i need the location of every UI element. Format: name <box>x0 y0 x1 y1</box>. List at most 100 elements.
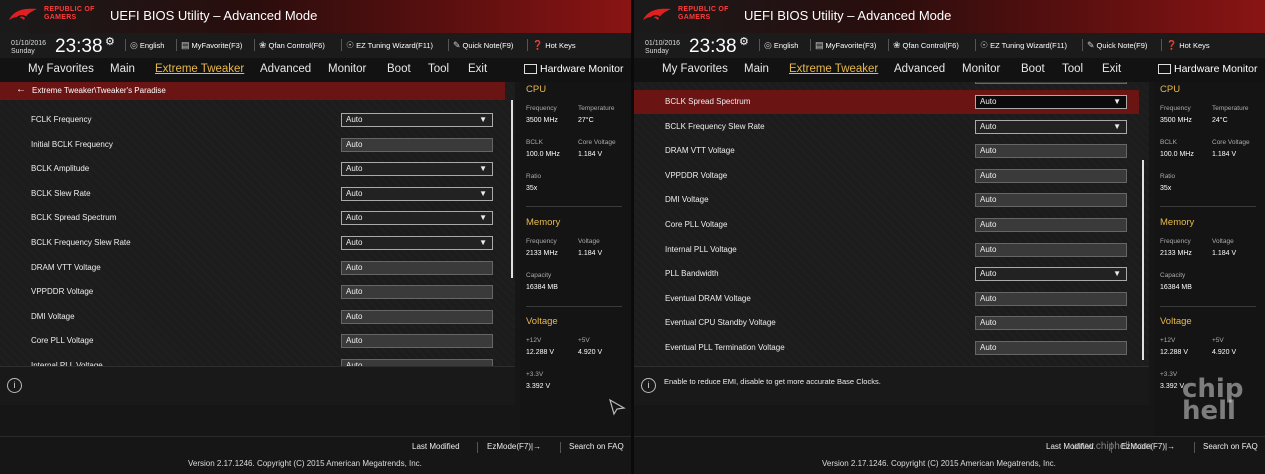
hot-keys-button[interactable]: ❓ Hot Keys <box>532 40 576 51</box>
toolbar-separator <box>448 39 449 51</box>
setting-row[interactable]: BCLK Frequency Slew Rate Auto ▼ <box>0 231 505 255</box>
setting-value-field[interactable]: Auto <box>975 168 1127 183</box>
ez-tuning-wizard-button[interactable]: ☉ EZ Tuning Wizard(F11) <box>346 40 433 51</box>
setting-row[interactable]: BCLK Slew Rate Auto ▼ <box>0 182 505 206</box>
search-faq-button[interactable]: Search on FAQ <box>1203 442 1258 451</box>
tab-extreme-tweaker[interactable]: Extreme Tweaker <box>155 63 244 75</box>
tab-advanced[interactable]: Advanced <box>260 63 311 75</box>
setting-value-field[interactable]: Auto <box>975 218 1127 232</box>
setting-row[interactable]: BCLK Frequency Slew Rate Auto ▼ <box>634 115 1139 139</box>
gear-icon[interactable]: ⚙ <box>105 35 115 48</box>
setting-row[interactable]: DRAM VTT Voltage Auto <box>634 139 1139 163</box>
setting-value-field[interactable]: Auto <box>975 144 1127 159</box>
tab-extreme-tweaker[interactable]: Extreme Tweaker <box>789 63 878 75</box>
setting-value-field[interactable]: Auto <box>975 291 1127 306</box>
setting-value-field[interactable]: Auto <box>975 193 1127 208</box>
language-button[interactable]: ◎ English <box>764 40 798 51</box>
tool-label: English <box>139 41 165 50</box>
setting-row[interactable]: Core PLL Voltage Auto <box>634 213 1139 237</box>
tab-exit[interactable]: Exit <box>1102 63 1121 75</box>
setting-value-field[interactable]: Auto <box>341 334 493 349</box>
myfavorite-button[interactable]: ▤ MyFavorite(F3) <box>815 40 876 51</box>
language-button[interactable]: ◎ English <box>130 40 164 51</box>
tab-main[interactable]: Main <box>744 63 769 75</box>
setting-row[interactable]: Internal PLL Voltage Auto <box>634 238 1139 262</box>
setting-value: Auto <box>346 287 363 297</box>
setting-row[interactable]: DMI Voltage Auto <box>634 188 1139 212</box>
setting-dropdown[interactable]: Auto ▼ <box>975 95 1127 109</box>
tab-monitor[interactable]: Monitor <box>328 63 366 75</box>
setting-dropdown[interactable]: Auto ▼ <box>341 186 493 201</box>
setting-dropdown[interactable]: Auto ▼ <box>975 119 1127 134</box>
setting-row[interactable]: VPPDDR Voltage Auto <box>0 280 505 304</box>
setting-row[interactable]: Initial BCLK Frequency Auto <box>0 133 505 157</box>
tool-label: Quick Note(F9) <box>1096 41 1148 50</box>
toolbar-separator <box>527 39 528 51</box>
setting-value-field[interactable]: Auto <box>341 359 493 366</box>
last-modified-button[interactable]: Last Modified <box>412 442 460 451</box>
capacity-value: 16384 MB <box>1160 284 1192 291</box>
memory-frequency-value: 2133 MHz <box>526 250 558 257</box>
setting-row[interactable]: DMI Voltage Auto <box>0 305 505 329</box>
setting-value-field[interactable]: Auto <box>975 316 1127 331</box>
setting-row[interactable]: FCLK Frequency Auto ▼ <box>0 108 505 132</box>
setting-row[interactable]: DRAM VTT Voltage Auto <box>0 256 505 280</box>
app-title: UEFI BIOS Utility – Advanced Mode <box>110 8 318 23</box>
date-display: 01/10/2016 Sunday <box>645 40 680 56</box>
favorite-icon: ▤ <box>815 40 824 50</box>
ez-tuning-wizard-button[interactable]: ☉ EZ Tuning Wizard(F11) <box>980 40 1067 51</box>
help-icon: ❓ <box>1166 40 1178 50</box>
setting-dropdown[interactable]: Auto ▼ <box>341 236 493 250</box>
cpu-temperature-label: Temperature <box>578 105 615 112</box>
gear-icon[interactable]: ⚙ <box>739 35 749 48</box>
tab-advanced[interactable]: Advanced <box>894 63 945 75</box>
setting-value-field[interactable]: Auto <box>341 309 493 324</box>
back-arrow-icon[interactable]: ← <box>16 84 26 95</box>
tab-boot[interactable]: Boot <box>387 63 411 75</box>
setting-value-field[interactable]: Auto <box>975 341 1127 355</box>
qfan-control-button[interactable]: ❀ Qfan Control(F6) <box>893 40 959 51</box>
toolbar-separator <box>759 39 760 51</box>
tab-tool[interactable]: Tool <box>1062 63 1083 75</box>
tab-my-favorites[interactable]: My Favorites <box>662 63 728 75</box>
tab-exit[interactable]: Exit <box>468 63 487 75</box>
setting-dropdown[interactable]: Auto ▼ <box>341 162 493 177</box>
breadcrumb[interactable]: ← Extreme Tweaker\Tweaker's Paradise <box>0 82 505 100</box>
setting-dropdown[interactable]: Auto ▼ <box>341 113 493 127</box>
setting-row[interactable]: PLL Bandwidth Auto ▼ <box>634 262 1139 286</box>
setting-value-field[interactable]: Auto <box>341 260 493 275</box>
setting-row[interactable]: BCLK Amplitude Auto ▼ <box>0 157 505 181</box>
setting-value-field[interactable]: Auto <box>975 242 1127 257</box>
myfavorite-button[interactable]: ▤ MyFavorite(F3) <box>181 40 242 51</box>
bottom-bar: Last Modified EzMode(F7)|→ Search on FAQ Ve… <box>634 436 1265 474</box>
setting-row[interactable]: BCLK Spread Spectrum Auto ▼ <box>634 90 1139 114</box>
tab-main[interactable]: Main <box>110 63 135 75</box>
tab-boot[interactable]: Boot <box>1021 63 1045 75</box>
scrollbar[interactable] <box>1142 160 1144 360</box>
setting-row[interactable]: BCLK Spread Spectrum Auto ▼ <box>0 206 505 230</box>
hot-keys-button[interactable]: ❓ Hot Keys <box>1166 40 1210 51</box>
tab-monitor[interactable]: Monitor <box>962 63 1000 75</box>
setting-row[interactable]: Eventual DRAM Voltage Auto <box>634 287 1139 311</box>
quick-note-button[interactable]: ✎ Quick Note(F9) <box>1087 40 1147 51</box>
bottom-bar: Last Modified EzMode(F7)|→ Search on FAQ Ve… <box>0 436 631 474</box>
setting-row[interactable]: VPPDDR Voltage Auto <box>634 164 1139 188</box>
setting-label: DRAM VTT Voltage <box>31 262 101 272</box>
setting-row[interactable]: Core PLL Voltage Auto <box>0 329 505 353</box>
quick-note-button[interactable]: ✎ Quick Note(F9) <box>453 40 513 51</box>
scrollbar[interactable] <box>511 100 513 278</box>
setting-row[interactable]: Internal PLL Voltage Auto <box>0 354 505 366</box>
ezmode-button[interactable]: EzMode(F7)|→ <box>487 442 541 451</box>
setting-dropdown[interactable]: Auto ▼ <box>975 267 1127 282</box>
tab-my-favorites[interactable]: My Favorites <box>28 63 94 75</box>
setting-dropdown[interactable]: Auto ▼ <box>341 211 493 226</box>
v12-label: +12V <box>1160 337 1176 344</box>
setting-value-field[interactable]: Auto <box>341 137 493 152</box>
tab-tool[interactable]: Tool <box>428 63 449 75</box>
setting-value-field[interactable]: Auto <box>341 285 493 300</box>
setting-row[interactable]: Eventual CPU Standby Voltage Auto <box>634 311 1139 335</box>
qfan-control-button[interactable]: ❀ Qfan Control(F6) <box>259 40 325 51</box>
search-faq-button[interactable]: Search on FAQ <box>569 442 624 451</box>
setting-row[interactable]: Eventual PLL Termination Voltage Auto <box>634 336 1139 360</box>
dropdown-arrow-icon: ▼ <box>479 238 487 247</box>
